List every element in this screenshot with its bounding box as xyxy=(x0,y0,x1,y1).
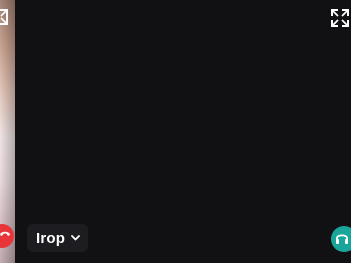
participant-menu[interactable]: Irop xyxy=(27,224,89,252)
phone-hangup-icon xyxy=(0,229,11,244)
video-call-screen: Irop xyxy=(0,0,351,263)
expand-self-view-button[interactable] xyxy=(0,7,12,29)
audio-button[interactable] xyxy=(331,226,351,252)
expand-icon xyxy=(0,8,12,29)
chevron-down-icon xyxy=(71,235,81,241)
expand-icon xyxy=(331,8,349,30)
participant-name: Irop xyxy=(36,229,66,247)
headphones-icon xyxy=(335,231,349,248)
fullscreen-button[interactable] xyxy=(329,8,351,30)
